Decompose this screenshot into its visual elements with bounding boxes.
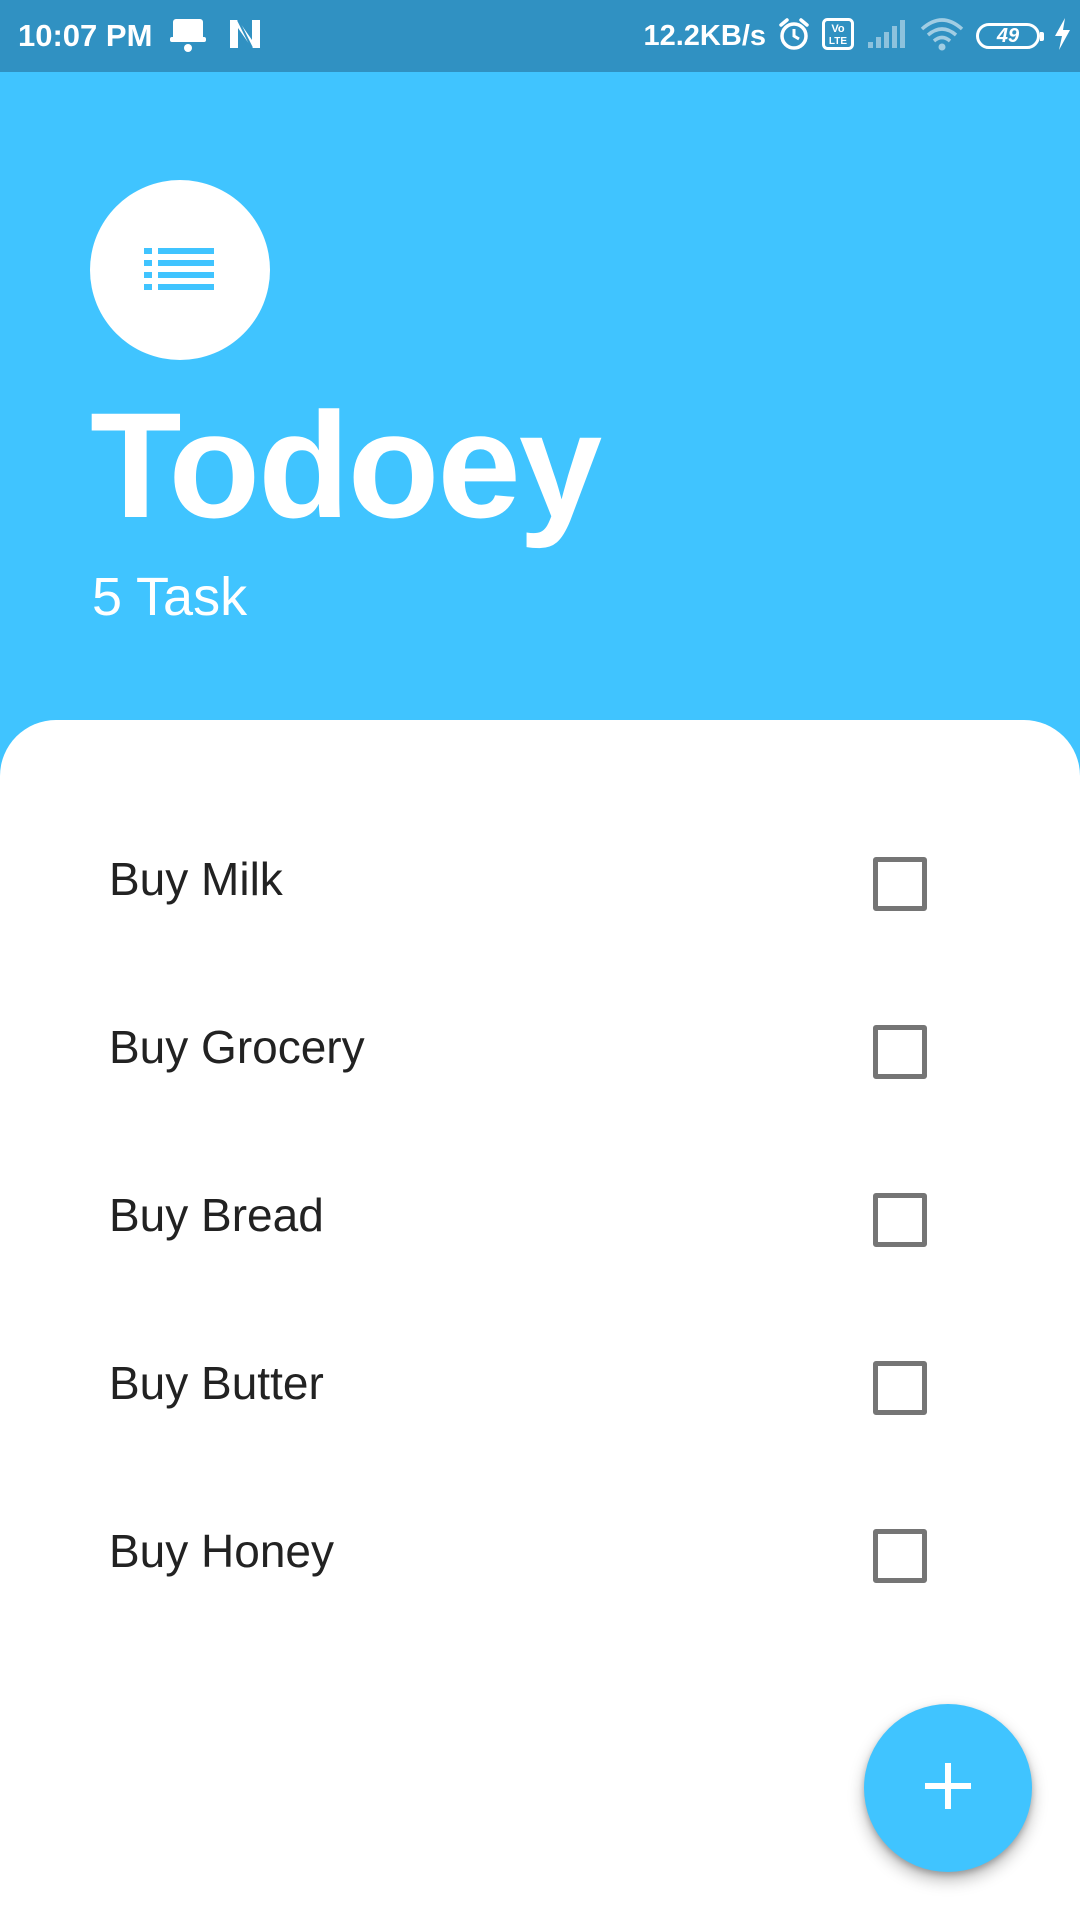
status-left-icons (170, 14, 262, 58)
signal-icon (866, 18, 908, 55)
status-time: 10:07 PM (18, 18, 153, 53)
task-label: Buy Bread (109, 1189, 324, 1241)
battery-icon: 49 (976, 23, 1044, 49)
status-right-icons: 12.2KB/s Vo LTE 49 (643, 14, 1072, 58)
task-checkbox[interactable] (873, 1025, 927, 1079)
task-checkbox[interactable] (873, 1361, 927, 1415)
task-label: Buy Grocery (109, 1021, 365, 1073)
task-item[interactable]: Buy Milk (0, 800, 1080, 968)
svg-text:LTE: LTE (829, 36, 847, 47)
alarm-icon (778, 17, 810, 56)
task-label: Buy Butter (109, 1357, 324, 1409)
plus-icon (925, 1762, 971, 1814)
svg-text:Vo: Vo (831, 23, 845, 35)
battery-tip (1040, 32, 1044, 41)
volte-icon: Vo LTE (822, 17, 854, 55)
task-item[interactable]: Buy Grocery (0, 968, 1080, 1136)
app-title: Todoey (90, 381, 602, 549)
status-bar: 10:07 PM 12.2KB/s Vo LTE 49 (0, 0, 1080, 72)
app-icon-circle (90, 180, 270, 360)
network-speed: 12.2KB/s (643, 19, 766, 52)
task-checkbox[interactable] (873, 1529, 927, 1583)
add-task-button[interactable] (864, 1704, 1032, 1872)
task-item[interactable]: Buy Bread (0, 1136, 1080, 1304)
battery-level: 49 (996, 25, 1020, 47)
task-list: Buy Milk Buy Grocery Buy Bread Buy Butte… (0, 800, 1080, 1640)
list-icon (144, 246, 216, 295)
notification-bell-icon (170, 15, 206, 58)
charging-icon (1052, 17, 1072, 56)
task-label: Buy Honey (109, 1525, 335, 1577)
task-item[interactable]: Buy Honey (0, 1472, 1080, 1640)
task-item[interactable]: Buy Butter (0, 1304, 1080, 1472)
task-count: 5 Task (92, 567, 248, 627)
n-app-icon (228, 18, 262, 55)
task-label: Buy Milk (109, 853, 283, 905)
wifi-icon (920, 17, 964, 56)
task-checkbox[interactable] (873, 857, 927, 911)
task-checkbox[interactable] (873, 1193, 927, 1247)
header: Todoey 5 Task (0, 72, 1080, 732)
